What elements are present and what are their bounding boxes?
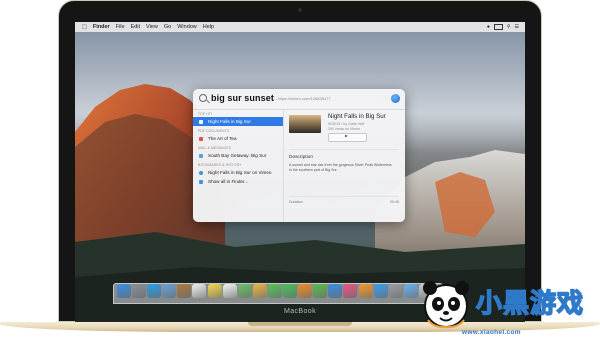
spotlight-search-bar[interactable]: big sur sunset — https://vimeo.com/12683… bbox=[193, 89, 405, 110]
result-label: The Art of Tea bbox=[208, 136, 237, 141]
numbers-icon[interactable] bbox=[313, 284, 328, 298]
panda-logo-icon bbox=[423, 281, 469, 329]
apple-menu-icon[interactable]:  bbox=[82, 24, 87, 31]
ibooks-icon[interactable] bbox=[358, 284, 373, 298]
menu-help[interactable]: Help bbox=[203, 24, 214, 30]
watermark-url: www.xiaoheI.com bbox=[462, 329, 521, 336]
result-show-all-in-finder[interactable]: Show all in Finder... bbox=[193, 177, 283, 186]
menu-window[interactable]: Window bbox=[177, 24, 197, 30]
play-button[interactable] bbox=[328, 133, 367, 142]
menu-status-area: ● ⚲ ☰ bbox=[487, 22, 519, 32]
itunes-icon[interactable] bbox=[343, 284, 358, 298]
battery-icon[interactable] bbox=[493, 24, 503, 30]
photos-icon[interactable] bbox=[252, 284, 267, 298]
menu-finder[interactable]: Finder bbox=[93, 24, 110, 30]
folder-icon[interactable] bbox=[403, 284, 418, 298]
wifi-icon[interactable]: ● bbox=[487, 24, 490, 30]
result-south-bay-getaway[interactable]: South Bay Getaway: Big Sur bbox=[193, 151, 283, 160]
spotlight-suggestion-url: — https://vimeo.com/126839477 bbox=[273, 96, 331, 101]
result-label: Night Falls in Big Sur bbox=[208, 119, 251, 124]
description-text: A sunset and star rise from the gorgeous… bbox=[289, 163, 392, 172]
list-icon[interactable]: ☰ bbox=[515, 24, 519, 30]
search-icon[interactable]: ⚲ bbox=[507, 24, 511, 30]
menu-view[interactable]: View bbox=[146, 24, 158, 30]
system-preferences-icon[interactable] bbox=[388, 284, 403, 298]
duration-label: Duration bbox=[289, 200, 303, 204]
safari-icon[interactable] bbox=[147, 284, 162, 298]
spotlight-results-list: TOP HIT Night Falls in Big Sur PDF DOCUM… bbox=[193, 109, 284, 222]
messages-icon[interactable] bbox=[267, 284, 282, 298]
result-the-art-of-tea[interactable]: The Art of Tea bbox=[193, 134, 283, 143]
watermark-title: 小黑游戏 bbox=[475, 288, 585, 320]
pages-icon[interactable] bbox=[298, 284, 313, 298]
camera bbox=[298, 8, 302, 12]
safari-icon bbox=[391, 94, 400, 103]
finder-icon[interactable] bbox=[117, 284, 131, 298]
facetime-icon[interactable] bbox=[283, 284, 298, 298]
search-icon bbox=[199, 94, 207, 102]
section-top-hit: TOP HIT bbox=[198, 112, 213, 116]
menu-bar:  Finder File Edit View Go Window Help ●… bbox=[75, 22, 525, 32]
section-bookmarks-history: BOOKMARKS & HISTORY bbox=[198, 163, 242, 167]
result-label: South Bay Getaway: Big Sur bbox=[208, 153, 267, 158]
divider bbox=[289, 149, 399, 150]
preview-date: 9/26/15 • by Gabe Huff bbox=[328, 122, 365, 126]
calendar-icon[interactable] bbox=[192, 284, 207, 298]
pdf-icon bbox=[199, 136, 203, 141]
duration-value: 00:45 bbox=[390, 200, 399, 204]
mail-icon bbox=[199, 153, 203, 158]
launchpad-icon[interactable] bbox=[132, 284, 147, 298]
notes-icon[interactable] bbox=[207, 284, 222, 298]
menu-edit[interactable]: Edit bbox=[131, 24, 140, 30]
section-mail-messages: MAIL & MESSAGES bbox=[198, 146, 232, 150]
menu-file[interactable]: File bbox=[116, 24, 125, 30]
spotlight-preview: Night Falls in Big Sur 9/26/15 • by Gabe… bbox=[284, 109, 405, 222]
description-heading: Description bbox=[289, 155, 313, 160]
dock-icons bbox=[117, 284, 433, 298]
preview-title: Night Falls in Big Sur bbox=[328, 113, 386, 120]
section-pdf-documents: PDF DOCUMENTS bbox=[198, 129, 230, 133]
divider bbox=[289, 196, 399, 197]
result-label: Night Falls in Big Sur on Vimeo bbox=[208, 170, 272, 175]
preview-views: 200 views on Vimeo bbox=[328, 127, 361, 131]
result-night-falls-in-big-sur[interactable]: Night Falls in Big Sur bbox=[193, 117, 283, 126]
mail-icon[interactable] bbox=[162, 284, 177, 298]
app-store-icon[interactable] bbox=[373, 284, 388, 298]
keynote-icon[interactable] bbox=[328, 284, 343, 298]
laptop-notch bbox=[248, 322, 352, 326]
menu-go[interactable]: Go bbox=[164, 24, 171, 30]
result-vimeo-bookmark[interactable]: Night Falls in Big Sur on Vimeo bbox=[193, 168, 283, 177]
video-icon bbox=[199, 119, 203, 124]
reminders-icon[interactable] bbox=[222, 284, 237, 298]
video-thumbnail[interactable] bbox=[289, 115, 321, 133]
globe-icon bbox=[199, 170, 203, 175]
spotlight-query[interactable]: big sur sunset bbox=[211, 93, 274, 103]
result-label: Show all in Finder... bbox=[208, 179, 249, 184]
spotlight-panel: big sur sunset — https://vimeo.com/12683… bbox=[193, 89, 405, 222]
finder-icon bbox=[199, 179, 203, 184]
maps-icon[interactable] bbox=[237, 284, 252, 298]
contacts-icon[interactable] bbox=[177, 284, 192, 298]
